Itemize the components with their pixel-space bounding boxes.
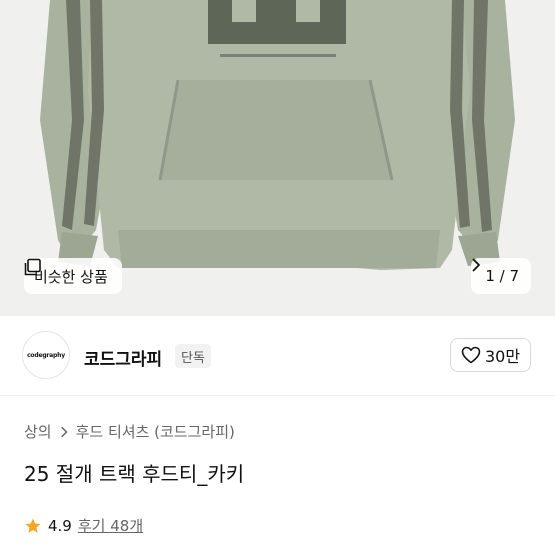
brand-logo-text: codegraphy: [27, 351, 65, 359]
image-pager[interactable]: 1 / 7: [471, 258, 531, 294]
rating-row: 4.9 후기 48개: [24, 515, 143, 536]
similar-products-button[interactable]: 비슷한 상품: [24, 258, 122, 294]
heart-icon: [461, 346, 481, 364]
breadcrumb-item-subcategory[interactable]: 후드 티셔츠 (코드그라피): [76, 421, 235, 442]
chevron-right-icon: [472, 258, 481, 272]
brand-name[interactable]: 코드그라피: [84, 345, 162, 370]
similar-items-icon: [24, 258, 41, 276]
similar-products-label: 비슷한 상품: [34, 267, 108, 286]
like-count: 30만: [484, 347, 521, 366]
rating-score: 4.9: [48, 516, 72, 535]
like-button[interactable]: 30만: [450, 338, 531, 372]
product-title: 25 절개 트랙 후드티_카키: [24, 462, 245, 486]
breadcrumb: 상의 후드 티셔츠 (코드그라피): [24, 421, 235, 442]
chevron-right-icon: [60, 426, 67, 437]
exclusive-badge: 단독: [175, 344, 211, 368]
brand-row: codegraphy 코드그라피 단독 30만: [0, 316, 555, 396]
product-image[interactable]: 비슷한 상품 1 / 7: [0, 0, 555, 316]
reviews-link[interactable]: 후기 48개: [78, 515, 143, 536]
pager-text: 1 / 7: [485, 267, 519, 285]
star-icon: [25, 518, 41, 533]
breadcrumb-item-category[interactable]: 상의: [24, 421, 52, 442]
brand-logo[interactable]: codegraphy: [22, 331, 70, 379]
